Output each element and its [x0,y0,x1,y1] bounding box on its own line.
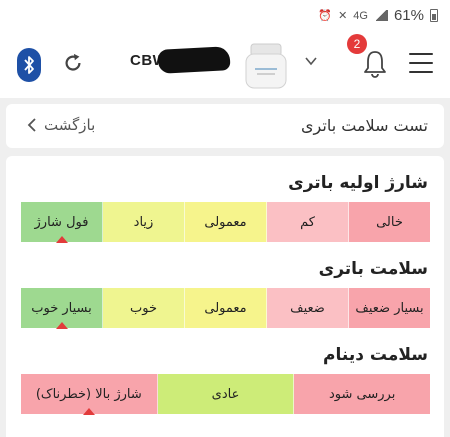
scale-segment: معمولی [185,288,267,328]
network-type: 4G [353,9,368,22]
alternator-health-title: سلامت دینام [323,345,428,365]
scale-segment: شارژ بالا (خطرناک) [20,374,158,415]
scale-segment: بسیار خوب [21,288,103,329]
signal-icon [373,10,388,21]
scale-segment: کم [267,202,349,242]
scale-segment: خوب [103,288,185,328]
scale-segment: زیاد [103,202,185,242]
obd-device-image[interactable] [243,42,289,90]
scale-segment: خالی [349,202,430,242]
alarm-icon: ⏰ [318,10,333,22]
scale-segment: فول شارژ [21,202,103,243]
initial-charge-scale: خالی کم معمولی زیاد فول شارژ [21,202,430,243]
back-label: بازگشت [44,116,96,134]
battery-test-card: شارژ اولیه باتری خالی کم معمولی زیاد فول شار… [6,156,444,437]
battery-health-scale: بسیار ضعیف ضعیف معمولی خوب بسیار خوب [21,288,430,329]
notification-badge: 2 [347,34,367,54]
bell-icon[interactable] [362,48,388,78]
scale-segment: معمولی [185,202,267,242]
bluetooth-icon[interactable] [17,48,41,82]
scale-segment: عادی [157,374,295,414]
scale-segment: ضعیف [267,288,349,328]
mute-icon: ✕ [338,10,348,22]
back-button[interactable]: بازگشت [26,116,95,134]
chevron-left-icon [27,118,36,132]
hamburger-menu-icon[interactable] [409,53,433,73]
battery-icon [430,9,438,22]
chevron-down-icon[interactable] [303,53,319,69]
status-bar: ⏰ ✕ 4G 61% [0,0,450,34]
battery-percent: 61% [393,7,424,24]
status-icons: ⏰ ✕ 4G 61% [318,7,438,24]
title-bar: بازگشت تست سلامت باتری [6,104,444,148]
alternator-health-scale: بررسی شود عادی شارژ بالا (خطرناک) [20,374,430,415]
refresh-icon[interactable] [62,51,84,75]
scale-segment: بررسی شود [294,374,430,414]
initial-charge-title: شارژ اولیه باتری [288,173,428,193]
redacted-text [157,46,231,74]
battery-health-title: سلامت باتری [318,259,428,279]
app-bar: CBW 2 [0,34,450,98]
page-title: تست سلامت باتری [301,116,428,135]
scale-segment: بسیار ضعیف [349,288,430,328]
